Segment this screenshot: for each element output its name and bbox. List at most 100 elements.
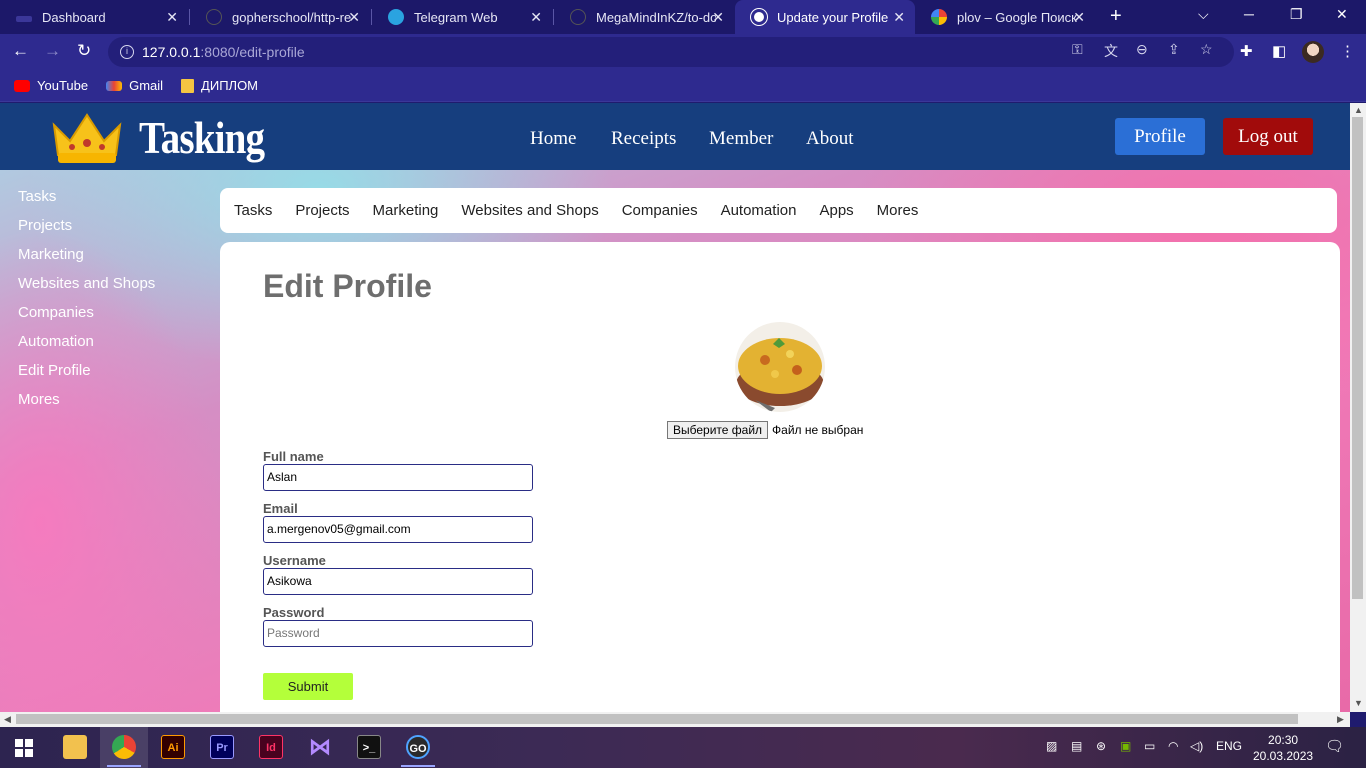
visual-studio-icon[interactable]: ⋈ [308,735,332,759]
back-arrow-icon[interactable]: ← [12,41,29,61]
folder-icon [181,78,195,93]
bookmark-youtube[interactable]: YouTube [14,78,88,93]
email-input[interactable]: a.mergenov05@gmail.com [263,516,533,543]
tab-dashboard[interactable]: Dashboard ✕ [0,0,188,34]
password-label: Password [263,605,325,620]
github-icon [570,9,586,25]
volume-icon[interactable]: ◁) [1190,739,1203,753]
new-tab-plus-icon[interactable]: + [1110,5,1122,28]
logout-button[interactable]: Log out [1223,118,1313,155]
brand-name[interactable]: Tasking [139,111,265,164]
sidebar-item-edit-profile[interactable]: Edit Profile [18,362,155,391]
system-clock[interactable]: 20:30 20.03.2023 [1253,732,1313,764]
file-status-text: Файл не выбран [772,423,864,437]
bookmark-star-icon[interactable]: ☆ [1200,41,1213,58]
site-info-icon[interactable]: i [120,45,134,59]
sidebar-item-automation[interactable]: Automation [18,333,155,362]
close-tab-icon[interactable]: ✕ [712,9,724,26]
close-window-icon[interactable]: ✕ [1336,6,1348,23]
illustrator-icon[interactable]: Ai [161,735,185,759]
file-explorer-icon[interactable] [63,735,87,759]
sidebar-item-websites-and-shops[interactable]: Websites and Shops [18,275,155,304]
close-tab-icon[interactable]: ✕ [166,9,178,26]
close-tab-icon[interactable]: ✕ [530,9,542,26]
tray-doc-icon[interactable]: ▤ [1071,739,1082,753]
scroll-down-icon[interactable]: ▼ [1354,698,1363,708]
bookmark-gmail[interactable]: Gmail [106,78,163,93]
subnav-mores[interactable]: Mores [877,202,919,219]
translate-icon[interactable]: 文 [1104,41,1118,61]
scroll-left-icon[interactable]: ◀ [4,714,11,725]
restore-icon[interactable]: ❐ [1290,6,1303,23]
close-tab-icon[interactable]: ✕ [348,9,360,26]
tab-gopherschool[interactable]: gopherschool/http-re ✕ [190,0,370,34]
vertical-scrollbar[interactable]: ▲ ▼ [1350,103,1366,712]
subnav-apps[interactable]: Apps [819,202,853,219]
nav-home[interactable]: Home [530,128,576,150]
nvidia-icon[interactable]: ▣ [1120,739,1131,753]
tray-app-icon[interactable]: ▨ [1046,739,1057,753]
sidebar-item-marketing[interactable]: Marketing [18,246,155,275]
sidebar-item-tasks[interactable]: Tasks [18,188,155,217]
submit-button[interactable]: Submit [263,673,353,700]
wifi-icon[interactable]: ◠ [1168,739,1178,753]
full-name-label: Full name [263,449,324,464]
bookmark-folder-diplom[interactable]: ДИПЛОМ [181,78,258,93]
sidebar-item-projects[interactable]: Projects [18,217,155,246]
username-input[interactable]: Asikowa [263,568,533,595]
terminal-icon[interactable]: >_ [357,735,381,759]
tab-search-chevron-icon[interactable]: ⌵ [1198,6,1209,23]
menu-kebab-icon[interactable]: ⋮ [1340,42,1355,60]
windows-start-icon[interactable] [15,739,33,757]
subnav-marketing[interactable]: Marketing [373,202,439,219]
key-icon[interactable]: ⚿ [1072,41,1083,58]
nav-member[interactable]: Member [709,128,773,150]
scroll-up-icon[interactable]: ▲ [1354,105,1363,115]
steam-icon[interactable]: ⊛ [1096,739,1106,753]
horizontal-scroll-thumb[interactable] [16,714,1298,724]
profile-button[interactable]: Profile [1115,118,1205,155]
sidebar-item-companies[interactable]: Companies [18,304,155,333]
chrome-icon[interactable] [112,735,136,759]
sidebar-item-mores[interactable]: Mores [18,391,155,420]
subnav-projects[interactable]: Projects [295,202,349,219]
subnav-automation[interactable]: Automation [721,202,797,219]
crown-logo-icon[interactable] [50,111,124,165]
sidebar: Tasks Projects Marketing Websites and Sh… [18,188,155,420]
premiere-icon[interactable]: Pr [210,735,234,759]
close-tab-icon[interactable]: ✕ [1073,9,1085,26]
indesign-icon[interactable]: Id [259,735,283,759]
language-indicator[interactable]: ENG [1216,739,1242,753]
choose-file-button[interactable]: Выберите файл [667,421,769,439]
tab-megamind[interactable]: MegaMindInKZ/to-do ✕ [554,0,734,34]
side-panel-icon[interactable]: ◧ [1272,42,1286,60]
notifications-icon[interactable]: 🗨 [1325,737,1344,755]
scroll-right-icon[interactable]: ▶ [1337,714,1344,725]
address-bar[interactable]: i 127.0.0.1:8080/edit-profile [108,37,1234,67]
vertical-scroll-thumb[interactable] [1352,117,1363,599]
profile-picture [735,322,825,412]
extensions-puzzle-icon[interactable]: ✚ [1240,42,1253,60]
tab-update-profile[interactable]: Update your Profile ✕ [735,0,915,34]
share-icon[interactable]: ⇪ [1168,41,1180,58]
tab-google-search[interactable]: plov – Google Поиск ✕ [915,0,1095,34]
nav-receipts[interactable]: Receipts [611,128,676,150]
password-input[interactable]: Password [263,620,533,647]
horizontal-scrollbar[interactable]: ◀ ▶ [0,712,1350,727]
forward-arrow-icon[interactable]: → [44,41,61,61]
full-name-input[interactable]: Aslan [263,464,533,491]
battery-icon[interactable]: ▭ [1144,739,1155,753]
tab-telegram[interactable]: Telegram Web ✕ [372,0,552,34]
close-tab-icon[interactable]: ✕ [893,9,905,26]
bookmarks-bar: YouTube Gmail ДИПЛОМ [0,70,1366,102]
file-upload-row: Выберите файл Файл не выбран [667,421,863,439]
user-avatar[interactable] [1302,41,1324,63]
zoom-icon[interactable]: ⊖ [1136,41,1148,58]
subnav-tasks[interactable]: Tasks [234,202,272,219]
goland-icon[interactable]: GO [406,735,430,759]
nav-about[interactable]: About [806,128,854,150]
subnav-companies[interactable]: Companies [622,202,698,219]
subnav-websites-and-shops[interactable]: Websites and Shops [461,202,598,219]
minimize-icon[interactable]: ─ [1244,6,1254,22]
reload-icon[interactable]: ↻ [77,41,91,61]
